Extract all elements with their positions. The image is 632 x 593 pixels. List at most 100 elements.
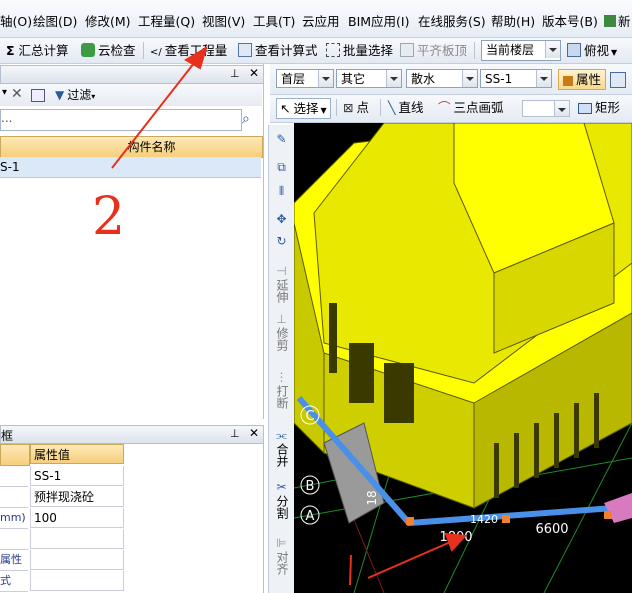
menu-online[interactable]: 在线服务(S) [418,11,486,30]
main-toolbar: Σ 汇总计算 云检查 </查看工程量 查看计算式 批量选择 平齐板顶 当前楼层 俯… [0,38,632,64]
menu-help[interactable]: 帮助(H) [491,11,535,30]
separator [143,42,144,59]
point-button[interactable]: ⊠ 点 [343,98,369,117]
batch-select-icon [326,43,340,57]
break-icon: ⋮ [275,370,288,384]
arc-options-select[interactable] [522,100,570,117]
property-value[interactable] [30,529,124,549]
column-header-value: 属性值 [30,444,124,464]
component-toolbar: 首层 其它 散水 SS-1 属性 [270,64,632,95]
select-button[interactable]: ↖ 选择 ▼ [276,98,331,119]
rect-icon [578,103,592,114]
grip-point [604,511,612,519]
column-header-name: 构件名称 [0,136,263,158]
split-icon: ✂ [276,480,287,494]
split-button[interactable]: 分割 [269,495,294,522]
mirror-icon[interactable]: ⫴ [269,185,294,198]
chevron-down-icon [536,70,551,87]
menu-axis[interactable]: 轴(O) [0,11,32,30]
view-quantity-button[interactable]: </查看工程量 [150,41,227,60]
chevron-down-icon: ▾ [91,92,96,101]
property-value[interactable]: 预拌现浇砼 [30,487,124,507]
rotate-icon[interactable]: ↻ [269,235,294,248]
formula-icon [238,43,252,57]
floor-scope-select[interactable]: 当前楼层 [481,40,561,61]
pencil-icon[interactable]: ✎ [269,133,294,146]
search-icon[interactable]: ⌕ [242,111,250,127]
extend-button[interactable]: 延伸 [269,279,294,306]
close-icon[interactable]: ✕ [249,426,259,440]
align-button[interactable]: 对齐 [269,551,294,578]
point-icon: ⊠ [343,100,354,115]
property-value[interactable]: SS-1 [30,466,124,486]
view-formula-button[interactable]: 查看计算式 [238,41,318,60]
menu-new[interactable]: 新 [604,11,631,30]
chevron-down-icon: ▼ [611,48,618,57]
window [384,363,414,423]
chevron-down-icon [462,70,477,87]
axis-label-a: A [306,509,315,524]
chevron-down-icon[interactable]: ▾ [2,87,7,98]
rect-button[interactable]: 矩形 [578,98,620,117]
window [349,343,374,403]
floor-select[interactable]: 首层 [276,69,334,88]
view-mode-button[interactable]: 俯视 ▼ [567,41,617,60]
axis-label-c: C [305,409,314,424]
trim-icon: ⊥ [276,312,287,326]
move-icon[interactable]: ✥ [269,213,294,226]
panel-title: 框 [1,429,14,443]
list-item[interactable]: S-1 [0,157,261,178]
merge-icon: ⫘ [276,428,287,442]
new-icon [604,15,616,27]
arc-button[interactable]: ⌒ 三点画弧 [438,98,504,117]
flush-slab-button[interactable]: 平齐板顶 [400,41,467,60]
property-label: 属性 [0,550,28,571]
window [554,413,559,468]
delete-icon[interactable]: ✕ [11,86,23,102]
copy-icon[interactable]: ⧉ [269,161,294,174]
list-toolbar: ▾ ✕ ▼ 过滤▾ [0,84,262,106]
separator [336,99,337,116]
menu-tools[interactable]: 工具(T) [253,11,295,30]
menu-quantity[interactable]: 工程量(Q) [138,11,195,30]
copy-icon[interactable] [31,89,45,102]
properties-button[interactable]: 属性 [558,69,607,90]
window [534,423,539,478]
close-icon[interactable]: ✕ [249,66,259,80]
menu-modify[interactable]: 修改(M) [85,11,131,30]
cloud-check-button[interactable]: 云检查 [81,41,136,60]
category-select[interactable]: 其它 [336,69,402,88]
property-value[interactable]: 100 [30,508,124,528]
line-button[interactable]: ╲ 直线 [388,98,424,117]
property-value[interactable] [30,550,124,570]
trim-button[interactable]: 修剪 [269,327,294,354]
sigma-icon: Σ [6,43,15,58]
extend-icon: ⊣ [276,264,287,278]
3d-viewport[interactable]: C B A 1800 6600 1420 18 [294,123,632,593]
window [494,443,499,498]
sum-button[interactable]: Σ 汇总计算 [6,41,69,60]
pin-icon[interactable]: ⊥ [230,67,240,80]
menu-draw[interactable]: 绘图(D) [33,11,77,30]
menu-bim[interactable]: BIM应用(I) [348,11,410,30]
panel-header: ⊥ ✕ [0,65,264,84]
component-select[interactable]: SS-1 [480,69,552,88]
merge-button[interactable]: 合并 [269,443,294,470]
search-input[interactable]: ... [0,109,242,131]
separator [380,99,381,116]
window [514,433,519,488]
filter-button[interactable]: ▼ 过滤▾ [55,86,95,103]
pin-icon[interactable]: ⊥ [230,427,240,440]
menu-version[interactable]: 版本号(B) [542,11,598,30]
menu-cloud[interactable]: 云应用 [302,11,340,30]
break-button[interactable]: 打断 [269,385,294,412]
grid-icon[interactable] [610,72,626,88]
property-label [0,487,28,508]
property-value[interactable] [30,571,124,591]
property-label: 式 [0,571,28,592]
type-select[interactable]: 散水 [406,69,478,88]
property-label [0,466,28,487]
menu-view[interactable]: 视图(V) [202,11,245,30]
batch-select-button[interactable]: 批量选择 [326,41,393,60]
dimension-label: 1800 [439,530,472,545]
